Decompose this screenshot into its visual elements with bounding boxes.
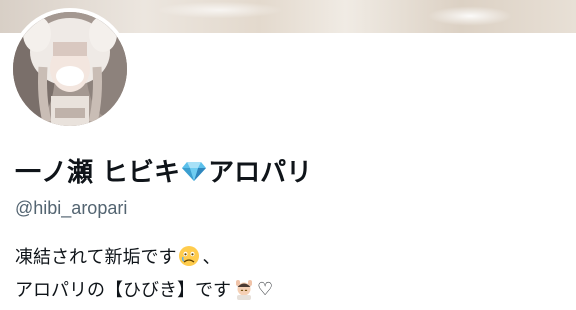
bio-text: アロパリの【ひびき】です (15, 280, 231, 301)
avatar[interactable] (9, 8, 131, 130)
user-handle: @hibi_aropari (15, 198, 128, 218)
avatar-photo (13, 12, 127, 126)
display-name-text: 一ノ瀬 ヒビキ (15, 157, 181, 188)
bio-line: アロパリの【ひびき】です ♡ (15, 276, 273, 302)
display-name: 一ノ瀬 ヒビキ アロパリ (15, 152, 312, 188)
person-getting-massage-icon (233, 278, 255, 300)
gem-stone-icon (181, 157, 207, 183)
bio-text-suffix: 、 (202, 247, 221, 268)
bio-text: 凍結されて新垢です (15, 247, 177, 268)
face-holding-back-tears-icon (178, 245, 200, 267)
bio-text-suffix: ♡ (257, 278, 274, 300)
bio-line: 凍結されて新垢です 、 (15, 243, 220, 269)
display-name-suffix: アロパリ (208, 157, 313, 188)
profile-header: 一ノ瀬 ヒビキ アロパリ @hibi_aropari 凍結されて新垢です 、 ア… (0, 0, 576, 310)
